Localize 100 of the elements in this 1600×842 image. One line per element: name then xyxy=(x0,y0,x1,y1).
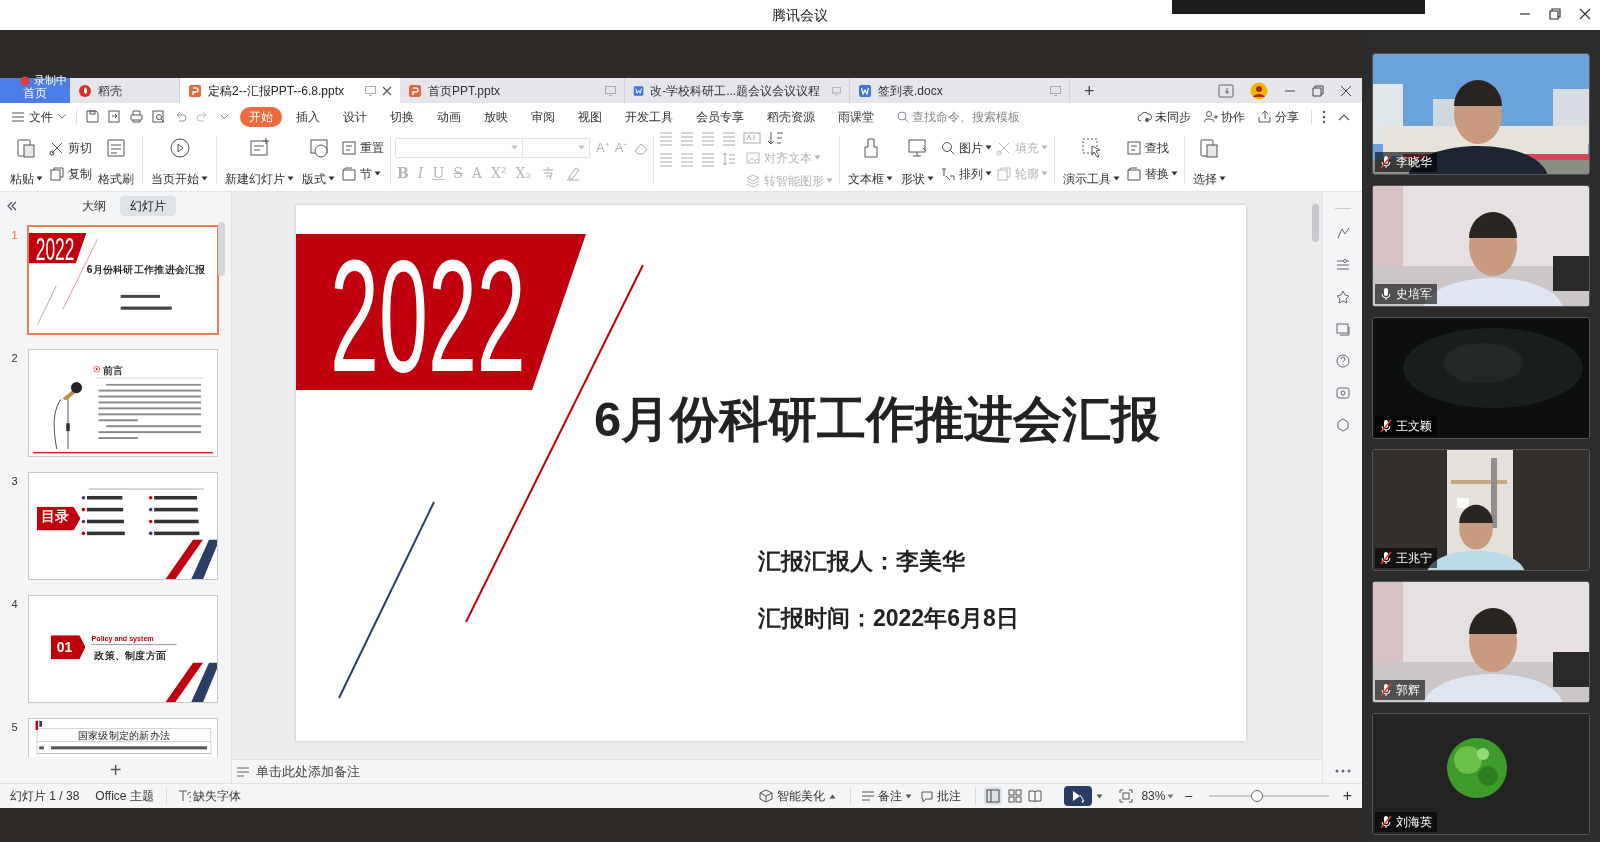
ribbon-tab[interactable]: 设计 xyxy=(334,106,376,127)
ribbon-button[interactable]: 形状 xyxy=(897,133,939,188)
tool-icon xyxy=(996,165,1013,182)
toolbar-button[interactable]: 协作 xyxy=(1203,107,1245,126)
ribbon-tab[interactable]: 插入 xyxy=(287,106,329,127)
slide-counter: 幻灯片 1 / 38 xyxy=(10,788,80,805)
ribbon-tab[interactable]: 审阅 xyxy=(522,106,564,127)
ribbon-tab[interactable]: 切换 xyxy=(381,106,423,127)
beautify-button[interactable]: 智能美化 xyxy=(759,787,837,805)
theme-button[interactable]: Office 主题 xyxy=(95,787,154,805)
participant-name: 李晓华 xyxy=(1396,154,1432,171)
scrollbar[interactable] xyxy=(218,222,225,276)
tool-icon xyxy=(167,135,192,160)
normal-view-button[interactable] xyxy=(984,787,1003,805)
arrow-banner-shape xyxy=(36,506,81,531)
slide-thumbnail[interactable]: 国家级制定的新办法 xyxy=(29,719,217,757)
document-file-icon xyxy=(858,83,872,98)
ribbon-button[interactable]: 格式刷 xyxy=(94,133,138,188)
ribbon-tab[interactable]: 动画 xyxy=(428,106,470,127)
grid-view-icon[interactable] xyxy=(1008,789,1023,803)
ribbon-button[interactable]: 选择 xyxy=(1189,133,1231,188)
ribbon-button[interactable]: 复制 xyxy=(47,162,94,185)
line-spacing-icon[interactable] xyxy=(721,150,738,167)
ribbon-tab[interactable]: 雨课堂 xyxy=(829,106,883,127)
new-tab-button[interactable]: + xyxy=(1084,78,1095,103)
restore-icon[interactable] xyxy=(1548,7,1562,21)
camera-icon[interactable] xyxy=(1334,385,1351,401)
caret-icon xyxy=(36,176,43,181)
more-icon[interactable] xyxy=(1322,109,1326,124)
export-icon[interactable] xyxy=(107,109,122,124)
search-field[interactable]: 查找命令、搜索模板 xyxy=(897,107,1032,126)
ribbon-button[interactable]: 重置 xyxy=(339,136,386,159)
copy-icon[interactable] xyxy=(1334,321,1351,337)
ribbon-button[interactable]: 文本框 xyxy=(844,133,898,188)
ribbon-button[interactable]: 新建幻灯片 xyxy=(221,133,298,188)
close-icon[interactable] xyxy=(1340,84,1352,97)
scrollbar[interactable] xyxy=(1312,204,1319,242)
slide-thumbnail[interactable]: 2022 6月份科研工作推进会汇报 xyxy=(29,227,217,333)
toolbar-button[interactable]: 分享 xyxy=(1257,107,1299,126)
add-slide-button[interactable]: + xyxy=(109,760,122,780)
ribbon-button[interactable]: 图片 xyxy=(938,136,995,159)
font-size-field[interactable] xyxy=(522,137,590,158)
presentation-file-icon xyxy=(408,83,422,98)
file-menu[interactable]: 文件 xyxy=(12,107,66,126)
panel-tab[interactable]: 大纲 xyxy=(72,196,116,216)
toolbar-button[interactable]: 未同步 xyxy=(1137,107,1191,126)
slider-thumb[interactable] xyxy=(1250,790,1263,802)
notes-button[interactable]: 备注 xyxy=(850,787,913,805)
zoom-slider[interactable] xyxy=(1208,790,1329,802)
tool-icon xyxy=(1126,139,1143,156)
ribbon-tab[interactable]: 开发工具 xyxy=(616,106,682,127)
ribbon-button[interactable]: 替换 xyxy=(1124,162,1181,185)
ribbon-tab[interactable]: 放映 xyxy=(475,106,517,127)
preview-icon[interactable] xyxy=(151,109,166,124)
ribbon-tab[interactable]: 视图 xyxy=(569,106,611,127)
missing-fonts-button[interactable]: 缺失字体 xyxy=(165,787,241,805)
ribbon-tab[interactable]: 稻壳资源 xyxy=(758,106,824,127)
ribbon-button[interactable]: 剪切 xyxy=(47,136,94,159)
highlighter-icon[interactable] xyxy=(565,165,582,181)
ribbon-tab[interactable]: 会员专享 xyxy=(687,106,753,127)
panel-tab[interactable]: 幻灯片 xyxy=(120,196,176,216)
collapse-icon[interactable] xyxy=(6,200,18,212)
zoom-dropdown[interactable]: 83% xyxy=(1141,787,1175,805)
slide-thumbnail[interactable]: 前言 xyxy=(29,350,217,456)
close-icon[interactable] xyxy=(382,85,392,96)
reporter-text: 汇报汇报人：李美华 xyxy=(758,547,965,576)
caret-icon xyxy=(905,793,913,799)
help-icon[interactable] xyxy=(1334,353,1351,369)
close-icon[interactable] xyxy=(1578,7,1592,21)
chevron-icon xyxy=(58,114,66,119)
ribbon-button[interactable]: 排列 xyxy=(938,162,995,185)
zoom-in-button[interactable]: + xyxy=(1342,788,1352,804)
ribbon-button[interactable]: 查找 xyxy=(1124,136,1181,159)
more-icon[interactable] xyxy=(1334,769,1351,773)
slide-thumbnail[interactable]: 目录 xyxy=(29,473,217,579)
notes-field[interactable]: 单击此处添加备注 xyxy=(256,761,360,782)
comments-button[interactable]: 批注 xyxy=(920,787,962,805)
ribbon-button[interactable]: 粘贴 xyxy=(6,133,47,188)
ribbon-button[interactable]: 版式 xyxy=(298,133,339,188)
sort-icon[interactable] xyxy=(767,129,786,146)
ribbon-button[interactable]: 当页开始 xyxy=(147,133,212,188)
reading-view-icon[interactable] xyxy=(1028,789,1043,803)
collapse-ribbon-icon[interactable] xyxy=(1338,112,1350,121)
text-direction-icon[interactable] xyxy=(743,130,762,145)
font-name-field[interactable] xyxy=(395,137,523,158)
zoom-out-button[interactable]: − xyxy=(1184,789,1193,803)
caret-icon xyxy=(1171,171,1179,176)
animation-icon[interactable] xyxy=(1334,225,1351,241)
avatar-icon[interactable] xyxy=(1250,81,1268,100)
settings-icon[interactable] xyxy=(1334,257,1351,273)
hexagon-icon[interactable] xyxy=(1334,417,1351,433)
ribbon-button[interactable]: 节 xyxy=(339,162,386,185)
print-icon[interactable] xyxy=(129,109,144,124)
play-button[interactable] xyxy=(1064,786,1093,806)
ribbon-button[interactable]: 演示工具 xyxy=(1059,133,1125,188)
restore-icon[interactable] xyxy=(1312,84,1324,97)
save-icon[interactable] xyxy=(85,109,100,124)
fit-window-icon[interactable] xyxy=(1119,789,1134,803)
star-icon[interactable] xyxy=(1334,289,1351,305)
document-tab[interactable]: 定稿2--汇报PPT--6.8.pptx xyxy=(180,78,400,103)
